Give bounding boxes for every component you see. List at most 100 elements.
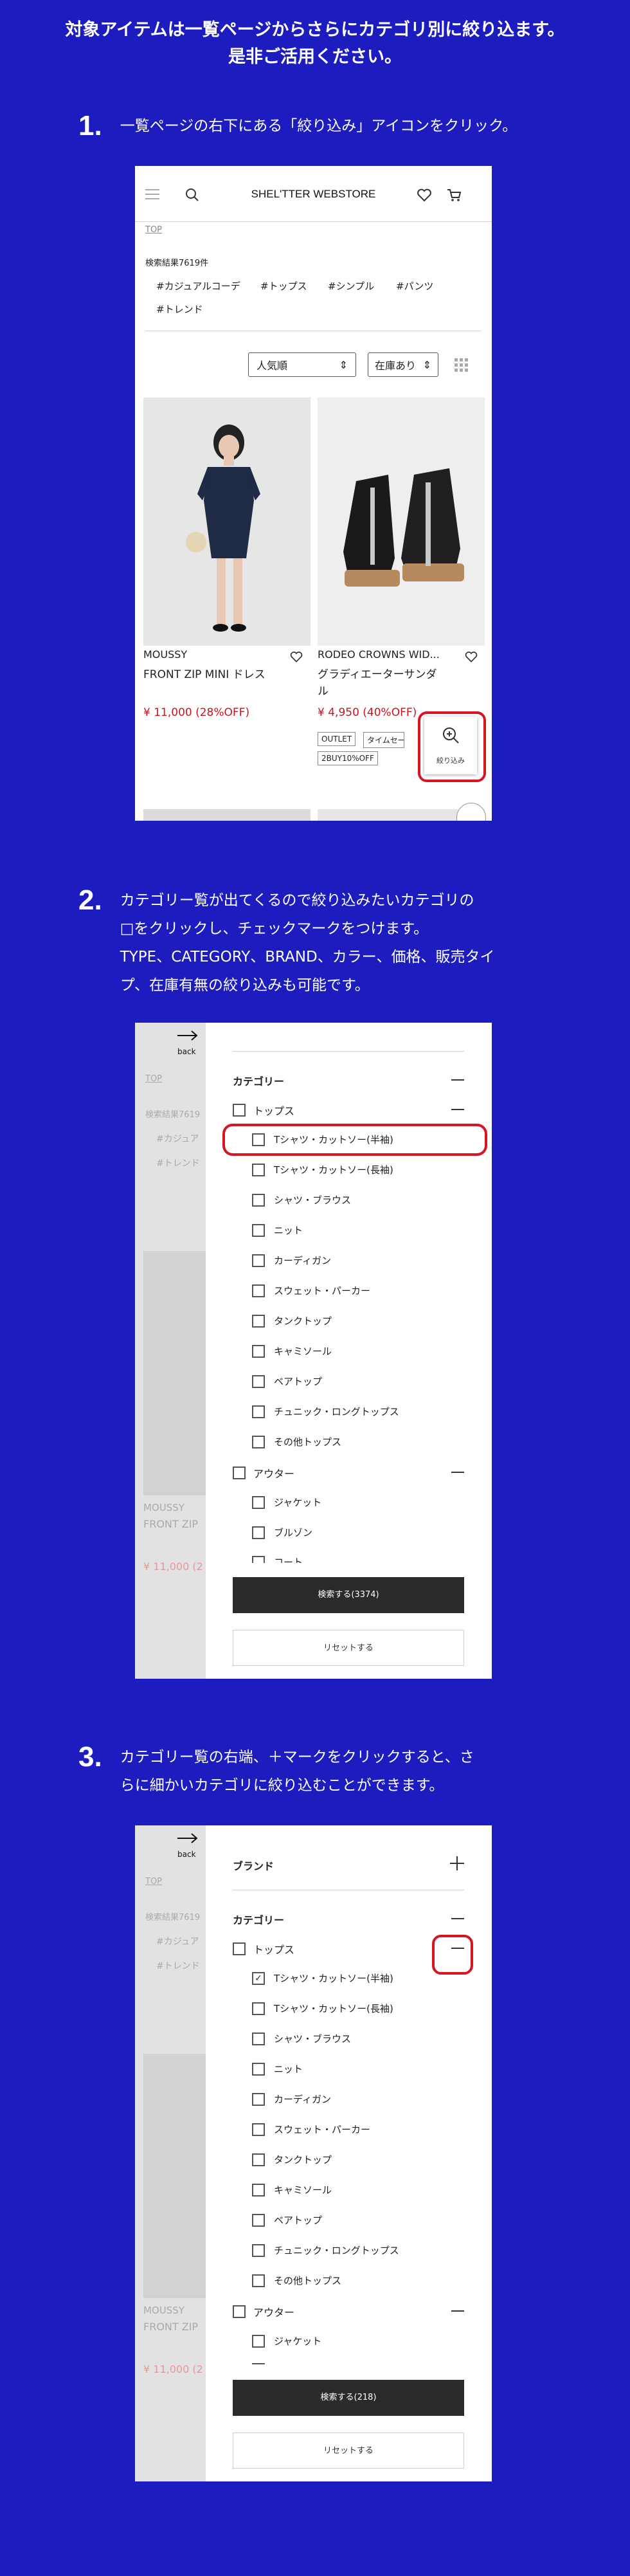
checkbox-checked[interactable]: ✓: [252, 1971, 265, 1985]
checkbox-row[interactable]: キャミソール: [252, 2183, 332, 2197]
checkbox-row[interactable]: ベアトップ: [252, 1375, 322, 1388]
checkbox-row[interactable]: ニット: [252, 1223, 303, 1237]
checkbox[interactable]: [252, 1163, 265, 1176]
checkbox[interactable]: [252, 2213, 265, 2227]
collapse-icon[interactable]: [451, 1109, 464, 1110]
stock-select[interactable]: 在庫あり ⇕: [368, 352, 438, 377]
back-arrow-icon[interactable]: [176, 1029, 198, 1042]
checkbox[interactable]: [252, 1495, 265, 1509]
collapse-icon[interactable]: [451, 1472, 464, 1473]
heart-icon[interactable]: [416, 187, 433, 203]
checkbox-row-tops[interactable]: トップス: [233, 1941, 294, 1957]
collapse-icon[interactable]: [451, 1918, 464, 1919]
sort-select[interactable]: 人気順 ⇕: [248, 352, 356, 377]
checkbox[interactable]: [252, 1254, 265, 1267]
back-label[interactable]: back: [177, 1047, 196, 1056]
checkbox-row[interactable]: ✓ Tシャツ・カットソー(半袖): [252, 1971, 393, 1985]
checkbox-row-outer[interactable]: アウター: [233, 2304, 294, 2319]
checkbox-row-outer[interactable]: アウター: [233, 1465, 294, 1481]
favorite-icon[interactable]: [464, 650, 478, 664]
product-image[interactable]: [143, 397, 310, 646]
checkbox[interactable]: [252, 1344, 265, 1358]
checkbox-row[interactable]: Tシャツ・カットソー(長袖): [252, 1163, 393, 1176]
checkbox[interactable]: [252, 2123, 265, 2136]
checkbox[interactable]: [252, 1375, 265, 1388]
checkbox-row[interactable]: その他トップス: [252, 2274, 341, 2287]
collapse-icon[interactable]: [451, 1079, 464, 1081]
hashtag[interactable]: #シンプル: [328, 279, 374, 293]
checkbox-row[interactable]: タンクトップ: [252, 2153, 332, 2166]
category-section-title[interactable]: カテゴリー: [233, 1912, 284, 1927]
checkbox-row[interactable]: チュニック・ロングトップス: [252, 1405, 399, 1418]
checkbox-row[interactable]: シャツ・ブラウス: [252, 1193, 351, 1207]
checkbox-row[interactable]: ベアトップ: [252, 2213, 322, 2227]
checkbox-row[interactable]: Tシャツ・カットソー(長袖): [252, 2002, 393, 2015]
checkbox-row[interactable]: シャツ・ブラウス: [252, 2032, 351, 2045]
checkbox[interactable]: [252, 1435, 265, 1448]
back-label[interactable]: back: [177, 1850, 196, 1859]
highlight-box: [432, 1935, 473, 1975]
checkbox[interactable]: [252, 2274, 265, 2287]
hashtag[interactable]: #トップス: [260, 279, 307, 293]
checkbox[interactable]: [233, 1104, 246, 1117]
breadcrumb-top[interactable]: TOP: [145, 225, 162, 235]
checkbox-row[interactable]: タンクトップ: [252, 1314, 332, 1328]
checkbox[interactable]: [252, 2334, 265, 2348]
checkbox[interactable]: [233, 2305, 246, 2318]
checkbox[interactable]: [252, 2243, 265, 2257]
category-section-title[interactable]: カテゴリー: [233, 1073, 284, 1088]
store-logo[interactable]: SHEL'TTER WEBSTORE: [135, 188, 492, 201]
checkbox-row-tops[interactable]: トップス: [233, 1102, 294, 1118]
favorite-icon[interactable]: [289, 650, 303, 664]
checkbox[interactable]: [233, 1466, 246, 1479]
checkbox-row[interactable]: ブルゾン: [252, 1526, 312, 1539]
checkbox[interactable]: [252, 1555, 265, 1563]
checkbox-row[interactable]: チュニック・ロングトップス: [252, 2243, 399, 2257]
checkbox-label: Tシャツ・カットソー(長袖): [274, 1164, 393, 1176]
hashtag[interactable]: #トレンド: [156, 302, 203, 316]
checkbox[interactable]: [252, 1405, 265, 1418]
checkbox[interactable]: [252, 1314, 265, 1328]
reset-button[interactable]: リセットする: [233, 2433, 464, 2469]
plus-icon[interactable]: [449, 1855, 465, 1872]
checkbox[interactable]: [252, 2092, 265, 2106]
product-image[interactable]: [318, 397, 485, 646]
hashtag[interactable]: #カジュアルコーデ: [156, 279, 240, 293]
checkbox[interactable]: [252, 2032, 265, 2045]
collapse-icon[interactable]: [451, 2310, 464, 2312]
checkbox[interactable]: [252, 2183, 265, 2197]
checkbox[interactable]: [252, 1526, 265, 1539]
checkbox-row[interactable]: スウェット・パーカー: [252, 1284, 370, 1297]
product-name[interactable]: FRONT ZIP MINI ドレス: [143, 665, 266, 681]
checkbox[interactable]: [252, 1223, 265, 1237]
cart-icon[interactable]: [446, 187, 462, 203]
back-arrow-icon[interactable]: [176, 1832, 198, 1845]
checkbox[interactable]: [252, 2002, 265, 2015]
checkbox-row-clipped[interactable]: コート: [252, 1555, 303, 1563]
product-name[interactable]: グラディエーターサンダ: [318, 665, 437, 681]
search-button[interactable]: 検索する(218): [233, 2380, 464, 2416]
brand-section-title[interactable]: ブランド: [233, 1858, 274, 1873]
checkbox[interactable]: [233, 1942, 246, 1955]
checkbox-row[interactable]: カーディガン: [252, 2092, 331, 2106]
checkbox[interactable]: [252, 1284, 265, 1297]
grid-view-icon[interactable]: [454, 358, 469, 373]
checkbox[interactable]: [252, 2153, 265, 2166]
checkbox[interactable]: [252, 2062, 265, 2076]
hashtag[interactable]: #パンツ: [396, 279, 433, 293]
filter-button[interactable]: 絞り込み: [418, 711, 486, 782]
checkbox-row[interactable]: その他トップス: [252, 1435, 341, 1448]
checkbox-row[interactable]: ニット: [252, 2062, 303, 2076]
product-name-continued[interactable]: ル: [318, 682, 328, 698]
checkbox[interactable]: [252, 1193, 265, 1207]
checkbox-row[interactable]: キャミソール: [252, 1344, 332, 1358]
reset-button[interactable]: リセットする: [233, 1630, 464, 1666]
checkbox-row[interactable]: スウェット・パーカー: [252, 2123, 370, 2136]
search-button[interactable]: 検索する(3374): [233, 1577, 464, 1613]
checkbox-row[interactable]: カーディガン: [252, 1254, 331, 1267]
scroll-top-button[interactable]: [456, 803, 486, 821]
checkbox-row[interactable]: ジャケット: [252, 1495, 321, 1509]
checkbox-row[interactable]: ジャケット: [252, 2334, 321, 2348]
product-badge: OUTLET: [318, 732, 356, 746]
checkbox-label: シャツ・ブラウス: [274, 1194, 352, 1206]
